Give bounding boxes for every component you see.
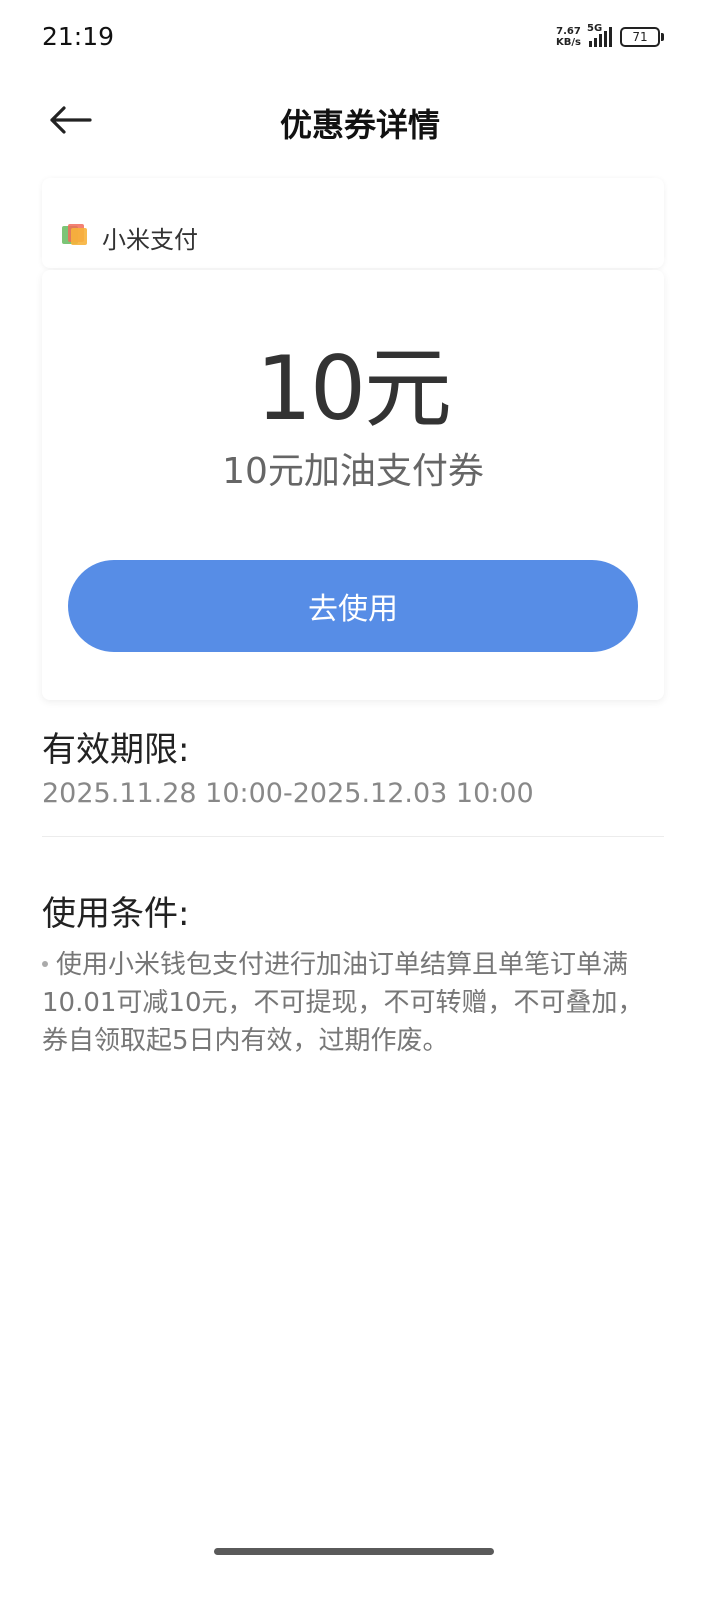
status-time: 21:19 <box>42 22 115 51</box>
conditions-text: 使用小米钱包支付进行加油订单结算且单笔订单满10.01可减10元，不可提现，不可… <box>42 946 668 1060</box>
validity-range: 2025.11.28 10:00-2025.12.03 10:00 <box>42 778 534 809</box>
app-header: 优惠券详情 <box>0 80 720 160</box>
network-speed-value: 7.67 <box>556 26 581 37</box>
status-bar: 21:19 7.67 KB/s 5G 71 <box>0 0 720 80</box>
conditions-title: 使用条件: <box>42 894 190 934</box>
merchant-name: 小米支付 <box>102 226 198 254</box>
page-title: 优惠券详情 <box>279 106 440 144</box>
conditions-body: 使用小米钱包支付进行加油订单结算且单笔订单满10.01可减10元，不可提现，不可… <box>42 950 644 1056</box>
divider <box>42 836 664 837</box>
coupon-card: 10元 10元加油支付券 去使用 <box>42 270 664 700</box>
battery-level: 71 <box>620 27 660 47</box>
network-type: 5G <box>587 23 603 34</box>
merchant-card: 小米支付 <box>42 178 664 268</box>
home-indicator[interactable] <box>214 1548 494 1555</box>
coupon-amount: 10元 <box>256 337 452 440</box>
bullet-icon <box>42 960 48 967</box>
use-coupon-button[interactable]: 去使用 <box>68 560 638 652</box>
status-icons: 7.67 KB/s 5G 71 <box>556 23 664 48</box>
network-speed: 7.67 KB/s <box>556 26 581 48</box>
battery-icon: 71 <box>620 27 664 47</box>
xiaomi-pay-logo-icon <box>62 224 87 245</box>
validity-title: 有效期限: <box>42 730 190 770</box>
network-speed-unit: KB/s <box>556 37 581 48</box>
coupon-name: 10元加油支付券 <box>222 451 484 492</box>
signal-icon: 5G <box>587 23 612 47</box>
